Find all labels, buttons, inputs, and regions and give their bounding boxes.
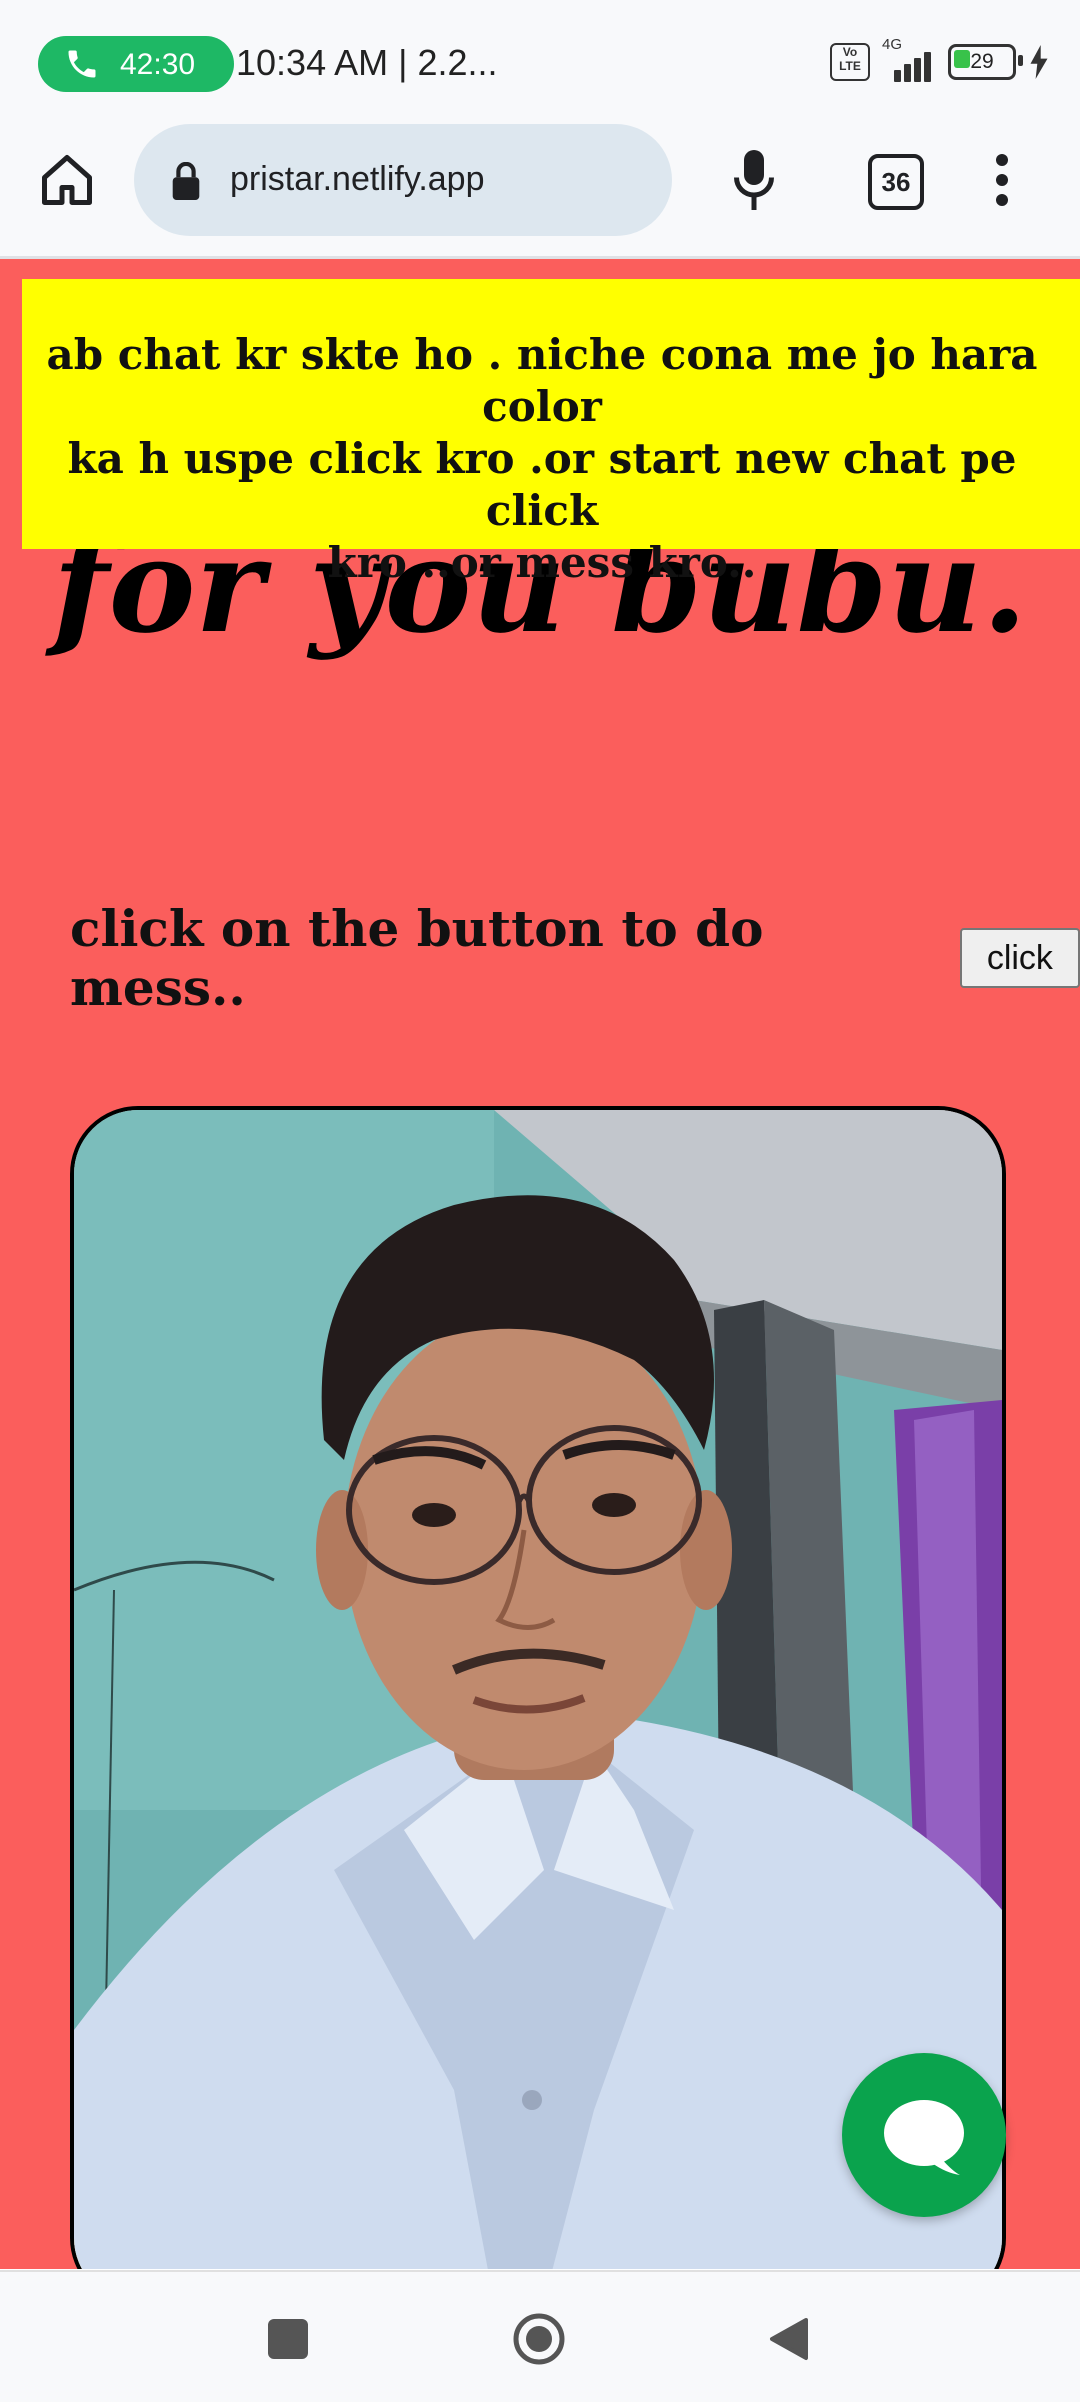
more-vert-icon[interactable] (992, 148, 1012, 212)
tab-switcher-icon[interactable]: 36 (868, 154, 924, 210)
call-timer: 42:30 (120, 48, 196, 81)
navigation-bar (0, 2270, 1080, 2402)
ongoing-call-pill[interactable]: 42:30 (38, 36, 234, 92)
chat-bubble-icon (884, 2100, 964, 2175)
home-icon[interactable] (36, 150, 98, 210)
battery-icon: 29 (948, 44, 1023, 80)
url-text: pristar.netlify.app (230, 160, 485, 198)
phone-icon (68, 50, 96, 78)
notice-line: ab chat kr skte ho . niche cona me jo ha… (46, 330, 1038, 431)
volte-icon: Vo LTE (830, 43, 870, 81)
browser-toolbar: pristar.netlify.app 36 (0, 120, 1080, 259)
prompt-row: click on the button to do mess.. click (70, 899, 1080, 1017)
notice-banner: ab chat kr skte ho . niche cona me jo ha… (22, 279, 1080, 587)
system-icons: Vo LTE 4G 29 (830, 36, 1050, 84)
microphone-icon[interactable] (734, 150, 774, 210)
lock-icon (172, 162, 200, 200)
status-bar: 42:30 10:34 AM | 2.2... Vo LTE 4G 29 (0, 0, 1080, 120)
notice-line: kro ..or mess kro.. (327, 538, 757, 587)
home-nav-icon[interactable] (512, 2312, 566, 2366)
chat-button[interactable] (842, 2053, 1006, 2217)
clock-text: 10:34 AM | 2.2... (236, 42, 498, 83)
address-bar[interactable]: pristar.netlify.app (134, 124, 672, 236)
web-page: for you bubu. ab chat kr skte ho . niche… (0, 259, 1080, 2269)
recent-apps-icon[interactable] (268, 2319, 308, 2359)
notice-line: ka h uspe click kro .or start new chat p… (67, 434, 1017, 535)
network-type: 4G (882, 36, 903, 53)
signal-icon: 4G (882, 36, 936, 82)
charging-bolt-icon (1030, 45, 1048, 79)
battery-level: 29 (970, 50, 994, 73)
click-button[interactable]: click (959, 928, 1080, 988)
prompt-text: click on the button to do mess.. (70, 899, 764, 1017)
back-icon[interactable] (768, 2316, 810, 2362)
